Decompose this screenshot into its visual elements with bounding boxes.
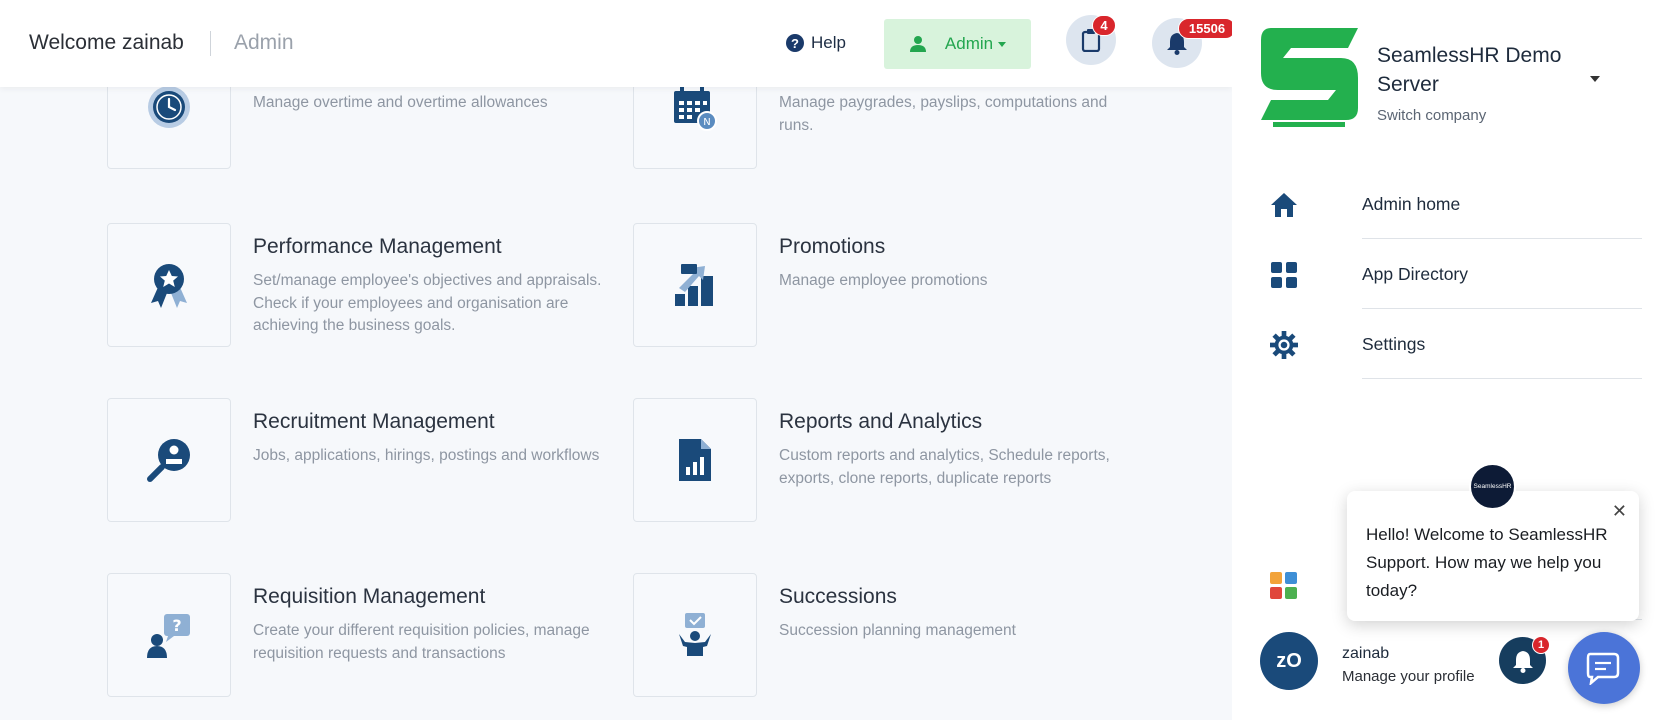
admin-button-label: Admin — [944, 34, 994, 53]
award-ribbon-icon — [151, 264, 187, 308]
chat-agent-avatar: SeamlessHR — [1469, 463, 1516, 510]
top-header: Welcome zainab Admin ? Help Admin 4 1550… — [0, 0, 1236, 87]
help-label: Help — [811, 33, 846, 52]
welcome-text: Welcome zainab — [29, 31, 184, 54]
app-description: Manage employee promotions — [779, 272, 988, 289]
app-description: Succession planning management — [779, 622, 1016, 639]
switch-company-link[interactable]: Switch company — [1377, 107, 1486, 124]
nav-divider — [1362, 378, 1642, 379]
app-card-successions[interactable]: Successions Succession planning manageme… — [633, 573, 1153, 697]
admin-dropdown-button[interactable]: Admin — [884, 19, 1031, 69]
avatar[interactable]: zO — [1260, 632, 1318, 690]
seamlesshr-logo-icon — [1261, 28, 1358, 127]
sidebar-item-admin-home[interactable]: Admin home — [1270, 169, 1642, 239]
chat-launcher-button[interactable] — [1568, 632, 1640, 704]
app-description: Manage overtime and overtime allowances — [253, 94, 548, 111]
promotion-steps-icon — [675, 264, 713, 306]
payroll-calendar-icon: N — [674, 86, 717, 131]
svg-text:?: ? — [172, 616, 181, 635]
sidebar-item-label: Admin home — [1362, 194, 1461, 214]
app-icon-box[interactable]: ? — [107, 573, 231, 697]
app-icon-box[interactable] — [107, 398, 231, 522]
sidebar-item-app-directory[interactable]: App Directory — [1270, 239, 1642, 309]
app-card-reports-and-analytics[interactable]: Reports and Analytics Custom reports and… — [633, 398, 1153, 522]
succession-icon — [679, 613, 711, 656]
app-title: Requisition Management — [253, 585, 486, 608]
notifications-count-badge: 15506 — [1178, 18, 1236, 39]
app-card-requisition-management[interactable]: ? Requisition Management Create your dif… — [107, 573, 627, 697]
bottom-notifications-badge: 1 — [1532, 636, 1550, 654]
profile-name: zainab — [1342, 645, 1390, 662]
sidebar-item-label: App Directory — [1362, 264, 1469, 284]
grid-icon — [1270, 261, 1298, 289]
app-description: Manage paygrades, payslips, computations… — [779, 94, 1108, 134]
app-card-performance-management[interactable]: Performance Management Set/manage employ… — [107, 223, 627, 347]
chevron-down-icon — [998, 41, 1007, 47]
app-title: Reports and Analytics — [779, 410, 983, 433]
tasks-count-badge: 4 — [1092, 15, 1116, 36]
app-icon-box[interactable] — [633, 223, 757, 347]
app-title: Promotions — [779, 235, 886, 258]
company-logo[interactable] — [1261, 28, 1358, 127]
chat-message: Hello! Welcome to SeamlessHR Support. Ho… — [1366, 525, 1608, 600]
app-grid: Manage overtime and overtime allowances … — [0, 0, 1232, 720]
magnifier-person-icon — [147, 439, 190, 482]
app-description: Set/manage employee's objectives and app… — [253, 272, 602, 334]
sidebar-item-label: Settings — [1362, 334, 1426, 354]
app-description: Jobs, applications, hirings, postings an… — [253, 447, 600, 464]
app-card-recruitment-management[interactable]: Recruitment Management Jobs, application… — [107, 398, 627, 522]
help-link[interactable]: ? Help — [786, 33, 846, 53]
header-divider — [210, 31, 211, 56]
app-icon-box[interactable] — [107, 223, 231, 347]
report-chart-icon — [679, 439, 711, 481]
user-icon — [909, 36, 926, 52]
app-title: Performance Management — [253, 235, 502, 258]
app-description: Custom reports and analytics, Schedule r… — [779, 447, 1110, 487]
colored-grid-icon — [1270, 572, 1297, 599]
bell-icon — [1512, 650, 1533, 673]
close-icon[interactable]: ✕ — [1612, 501, 1627, 522]
home-icon — [1270, 191, 1298, 219]
clock-icon — [148, 86, 190, 128]
company-name: SeamlessHR Demo Server — [1377, 44, 1562, 96]
app-icon-box[interactable] — [633, 573, 757, 697]
app-title: Successions — [779, 585, 897, 608]
chat-welcome-popup[interactable]: ✕ Hello! Welcome to SeamlessHR Support. … — [1347, 491, 1639, 621]
svg-text:N: N — [703, 117, 710, 128]
app-title: Recruitment Management — [253, 410, 495, 433]
chat-bubble-icon — [1586, 652, 1620, 685]
question-person-icon: ? — [147, 614, 190, 658]
app-card-promotions[interactable]: Promotions Manage employee promotions — [633, 223, 1153, 347]
manage-profile-link[interactable]: Manage your profile — [1342, 668, 1475, 685]
company-dropdown-caret-icon[interactable] — [1590, 76, 1600, 82]
help-icon: ? — [786, 34, 804, 52]
gear-icon — [1270, 331, 1298, 359]
app-description: Create your different requisition polici… — [253, 622, 590, 662]
app-icon-box[interactable] — [633, 398, 757, 522]
sidebar-item-settings[interactable]: Settings — [1270, 309, 1642, 379]
role-label: Admin — [234, 31, 294, 54]
